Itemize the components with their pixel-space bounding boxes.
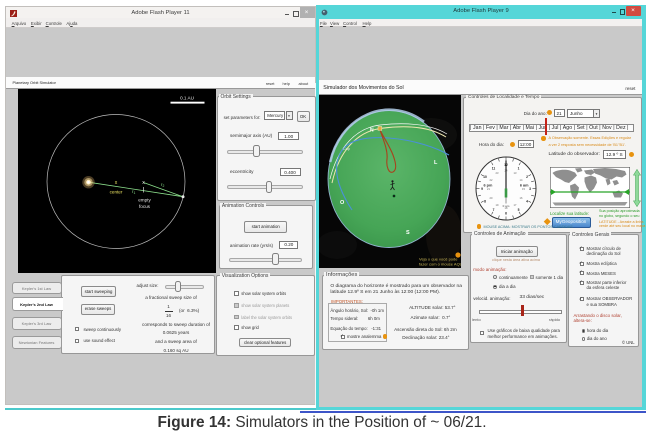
svg-text:2: 2 <box>526 175 528 179</box>
svg-text:empty: empty <box>138 197 151 202</box>
svg-text:6 pm: 6 pm <box>484 184 493 188</box>
svg-text:4: 4 <box>526 200 528 204</box>
svg-text:O: O <box>340 200 345 206</box>
svg-text:7: 7 <box>493 208 495 212</box>
svg-text:9: 9 <box>481 187 483 191</box>
svg-text:Cap: Cap <box>343 147 350 151</box>
svg-text:6 am: 6 am <box>520 184 529 188</box>
svg-text:5: 5 <box>518 208 520 212</box>
svg-text:6: 6 <box>505 212 507 216</box>
svg-text:N: N <box>370 128 374 134</box>
svg-text:10: 10 <box>483 175 487 179</box>
svg-text:3: 3 <box>529 187 531 191</box>
svg-text:11: 11 <box>492 167 496 171</box>
svg-text:0 am: 0 am <box>503 204 510 208</box>
svg-text:focus: focus <box>139 204 151 209</box>
svg-text:8: 8 <box>484 200 486 204</box>
svg-text:fazer com o mouse AQUI: fazer com o mouse AQUI <box>419 262 461 267</box>
svg-text:S: S <box>406 230 410 236</box>
svg-text:1: 1 <box>518 167 520 171</box>
svg-text:r2: r2 <box>161 182 164 188</box>
svg-text:0.1 AU: 0.1 AU <box>180 96 194 101</box>
svg-text:r1: r1 <box>132 189 135 195</box>
svg-text:center: center <box>110 190 123 195</box>
